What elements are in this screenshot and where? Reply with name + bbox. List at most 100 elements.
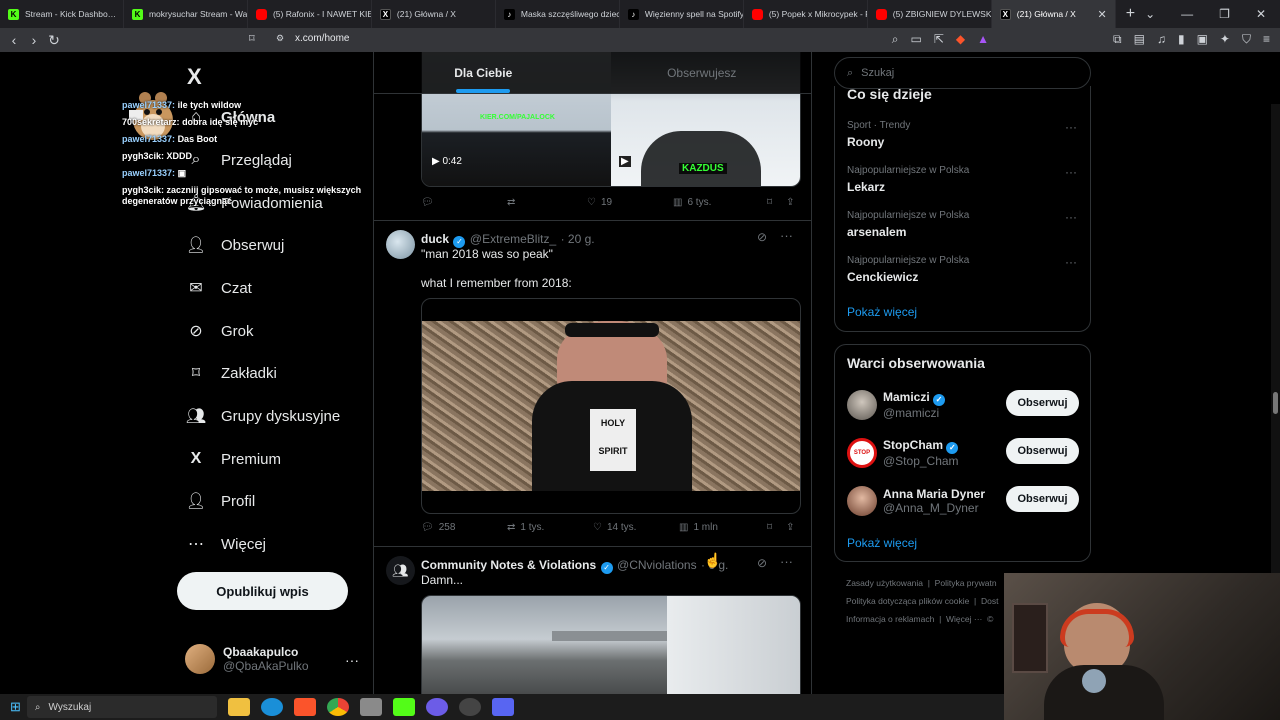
brave-icon[interactable] (293, 698, 316, 716)
forward-icon[interactable]: › (24, 32, 44, 48)
footer-link[interactable]: Więcej ··· (946, 614, 982, 624)
footer-link[interactable]: Zasady użytkowania (846, 578, 923, 588)
tweet-time[interactable]: · 20 g. (561, 232, 595, 246)
menu-icon[interactable]: ≡ (1263, 32, 1270, 47)
panel-icon[interactable]: ▮ (1178, 32, 1185, 47)
footer-link[interactable]: Polityka dotycząca plików cookie (846, 596, 969, 606)
reload-icon[interactable]: ↻ (44, 32, 64, 49)
sidebar-item-communities[interactable]: 👥︎ Grupy dyskusyjne (185, 401, 340, 431)
site-info-icon[interactable]: ⚙ (276, 33, 284, 44)
avatar[interactable] (386, 230, 415, 259)
more-icon[interactable]: ··· (1065, 120, 1077, 134)
browser-tab[interactable]: ♪ Więzienny spell na Spotify (620, 0, 744, 28)
account-switcher[interactable]: Qbaakapulco @QbaAkaPulko (185, 644, 309, 674)
sidebar-item-more[interactable]: ⋯ Więcej (185, 529, 266, 559)
brave-rewards-icon[interactable]: ▲ (977, 32, 989, 47)
kick-icon[interactable] (392, 698, 415, 716)
play-icon[interactable]: ▶ (619, 156, 631, 167)
more-icon[interactable]: ··· (1065, 255, 1077, 269)
post-button[interactable]: Opublikuj wpis (177, 572, 348, 610)
search-input[interactable]: ⌕ Szukaj (834, 57, 1091, 89)
brave-shield-icon[interactable]: ◆ (956, 32, 965, 47)
footer-link[interactable]: Informacja o reklamach (846, 614, 934, 624)
like-button[interactable]: ♡ 14 tys. (593, 522, 679, 533)
more-icon[interactable]: ··· (780, 228, 793, 243)
repost-button[interactable]: ⇄ 1 tys. (507, 522, 593, 533)
sidebar-item-profile[interactable]: 👤︎ Profil (185, 486, 255, 516)
follow-suggestion[interactable]: Mamiczi ✓ @mamiczi Obserwuj (847, 387, 1079, 423)
more-icon[interactable]: ··· (345, 652, 359, 668)
reply-button[interactable]: 💬︎ (421, 197, 507, 208)
trend-item[interactable]: Sport · Trendy Roony ··· (847, 120, 1077, 149)
discord-icon[interactable] (425, 698, 448, 716)
browser-tab[interactable]: Kmokrysuchar Stream - Wa… (124, 0, 248, 28)
repost-button[interactable]: ⇄ (507, 197, 587, 208)
views-button[interactable]: ▥ 6 tys. (673, 197, 763, 208)
share-icon[interactable]: ⇪ (786, 197, 794, 208)
tweet-video[interactable]: HOLY SPIRIT (421, 298, 801, 514)
more-icon[interactable]: ··· (1065, 210, 1077, 224)
chrome-icon[interactable] (326, 698, 349, 716)
share-icon[interactable]: ⇪ (786, 522, 794, 533)
restore-icon[interactable]: ❐ (1219, 7, 1230, 21)
browser-tab[interactable]: (5) Rafonix - I NAWET KIE… (248, 0, 372, 28)
trend-item[interactable]: Najpopularniejsze w Polska Lekarz ··· (847, 165, 1077, 194)
browser-tab[interactable]: (5) Popek x Mikrocypek - F… (744, 0, 868, 28)
tab-for-you[interactable]: Dla Ciebie (374, 52, 593, 93)
windows-start-icon[interactable]: ⊞ (10, 699, 21, 715)
file-explorer-icon[interactable] (227, 698, 250, 716)
sidebar-toggle-icon[interactable]: ▤ (1134, 32, 1145, 47)
more-icon[interactable]: ··· (1065, 165, 1077, 179)
extensions-icon[interactable]: ⧉ (1113, 32, 1122, 47)
browser-tab-active[interactable]: X (21) Główna / X ✕ (991, 0, 1116, 28)
follow-button[interactable]: Obserwuj (1006, 390, 1079, 416)
wallet-icon[interactable]: ▣ (1197, 32, 1208, 47)
obs-icon[interactable] (458, 698, 481, 716)
close-window-icon[interactable]: ✕ (1256, 7, 1266, 21)
edge-icon[interactable] (260, 698, 283, 716)
tweet-video[interactable] (421, 595, 801, 694)
show-more-link[interactable]: Pokaż więcej (847, 305, 917, 319)
grok-icon[interactable]: ⊘ (757, 230, 767, 244)
back-icon[interactable]: ‹ (4, 32, 24, 48)
app-icon[interactable] (491, 698, 514, 716)
reply-button[interactable]: 💬︎ 258 (421, 522, 507, 533)
sidebar-item-bookmarks[interactable]: ⌑ Zakładki (185, 358, 277, 388)
follow-suggestion[interactable]: Anna Maria Dyner @Anna_M_Dyner Obserwuj (847, 483, 1079, 519)
trend-item[interactable]: Najpopularniejsze w Polska Cenckiewicz ··· (847, 255, 1077, 284)
sidebar-item-chat[interactable]: ✉ Czat (185, 273, 252, 303)
taskbar-search[interactable]: ⌕ Wyszukaj (26, 696, 217, 718)
sidebar-item-grok[interactable]: ⊘ Grok (185, 316, 253, 346)
sidebar-item-premium[interactable]: X Premium (185, 444, 281, 474)
url-field[interactable]: x.com/home (295, 33, 349, 44)
tweet-author-name[interactable]: duck (421, 232, 449, 246)
show-more-link[interactable]: Pokaż więcej (847, 536, 917, 550)
ai-icon[interactable]: ✦ (1220, 32, 1230, 47)
browser-tab[interactable]: K Stream - Kick Dashbo… (0, 0, 124, 28)
cast-icon[interactable]: ▭ (911, 32, 922, 47)
tweet-author-handle[interactable]: @ExtremeBlitz_ (470, 232, 556, 246)
new-tab-button[interactable]: + (1116, 5, 1145, 23)
browser-tab[interactable]: X (21) Główna / X (372, 0, 496, 28)
zoom-icon[interactable]: ⌕ (892, 32, 899, 47)
app-icon[interactable] (359, 698, 382, 716)
bookmark-page-icon[interactable]: ⌑ (249, 32, 255, 45)
avatar[interactable]: 👥︎ (386, 556, 415, 585)
tweet-author-handle[interactable]: @CNviolations (617, 558, 697, 572)
x-logo[interactable]: X (187, 64, 202, 90)
like-button[interactable]: ♡ 19 (587, 197, 673, 208)
more-icon[interactable]: ··· (780, 554, 793, 569)
browser-tab[interactable]: ♪ Maska szczęśliwego dziec… (496, 0, 620, 28)
bookmark-icon[interactable]: ⌑ (767, 522, 772, 533)
follow-button[interactable]: Obserwuj (1006, 438, 1079, 464)
sidebar-item-follow[interactable]: 👤︎ Obserwuj (185, 230, 285, 260)
tweet-author-name[interactable]: Community Notes & Violations (421, 558, 596, 572)
close-icon[interactable]: ✕ (1098, 8, 1107, 21)
share-icon[interactable]: ⇱ (934, 32, 944, 47)
views-button[interactable]: ▥ 1 mln (679, 522, 763, 533)
footer-link[interactable]: Polityka prywatn (935, 578, 997, 588)
chevron-down-icon[interactable]: ⌄ (1145, 7, 1155, 21)
bookmark-icon[interactable]: ⌑ (767, 197, 772, 208)
vpn-icon[interactable]: ⛉ (1242, 32, 1251, 47)
trend-item[interactable]: Najpopularniejsze w Polska arsenalem ··· (847, 210, 1077, 239)
